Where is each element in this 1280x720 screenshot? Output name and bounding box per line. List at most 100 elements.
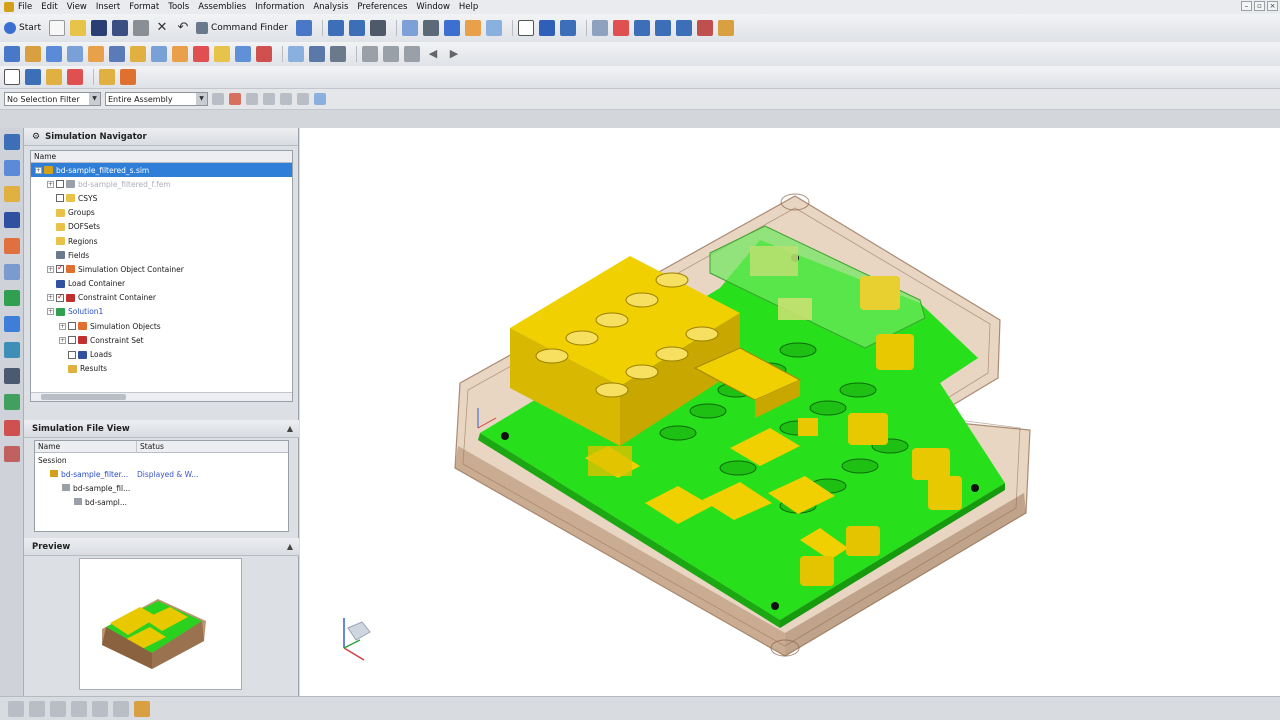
reset-icon[interactable] xyxy=(67,69,83,85)
scope-dropdown[interactable]: Entire Assembly ▼ xyxy=(105,92,208,106)
tree-row[interactable]: +Regions xyxy=(31,234,292,248)
model-view[interactable] xyxy=(300,128,1280,696)
forward-arrow-icon[interactable]: ▶ xyxy=(446,46,462,62)
contact-icon[interactable] xyxy=(88,46,104,62)
scrollbar-thumb[interactable] xyxy=(41,394,126,400)
web-browser-tab-icon[interactable] xyxy=(4,316,20,332)
zoom-icon[interactable] xyxy=(485,20,502,36)
material-icon[interactable] xyxy=(130,46,146,62)
animation-icon[interactable] xyxy=(235,46,251,62)
constraint-tool-icon[interactable] xyxy=(654,20,671,36)
cube-icon[interactable] xyxy=(295,20,312,36)
export-icon[interactable] xyxy=(330,46,346,62)
tree-row[interactable]: +Load Container xyxy=(31,277,292,291)
file-view-row[interactable]: bd-sample_filter... Displayed & W... xyxy=(35,467,288,481)
palette-tab-icon[interactable] xyxy=(4,368,20,384)
close-icon[interactable]: × xyxy=(1267,1,1278,11)
collapse-icon[interactable]: ▲ xyxy=(287,424,293,433)
history-tab-icon[interactable] xyxy=(4,264,20,280)
selection-icon[interactable] xyxy=(538,20,555,36)
snap-icon[interactable] xyxy=(559,20,576,36)
status-grid-icon[interactable] xyxy=(92,700,108,717)
analysis-icon[interactable] xyxy=(696,20,713,36)
status-arc-icon[interactable] xyxy=(71,700,87,717)
snap-point-icon[interactable] xyxy=(263,93,275,105)
probe-icon[interactable] xyxy=(256,46,272,62)
tree-row[interactable]: +DOFSets xyxy=(31,220,292,234)
tree-row[interactable]: + Simulation Objects xyxy=(31,319,292,333)
tree-row[interactable]: +CSYS xyxy=(31,191,292,205)
blank-icon[interactable] xyxy=(4,69,20,85)
menu-insert[interactable]: Insert xyxy=(96,2,120,12)
status-point-icon[interactable] xyxy=(29,700,45,717)
tree-row[interactable]: + Constraint Container xyxy=(31,291,292,305)
tree-column-name[interactable]: Name xyxy=(31,151,292,163)
delete-icon[interactable]: ✕ xyxy=(154,20,170,36)
tree-row[interactable]: +Loads xyxy=(31,347,292,361)
menu-help[interactable]: Help xyxy=(459,2,478,12)
tree-row[interactable]: + bd-sample_filtered_f.fem xyxy=(31,177,292,191)
back-arrow-icon[interactable]: ◀ xyxy=(425,46,441,62)
view-icon[interactable] xyxy=(404,46,420,62)
minimize-icon[interactable]: – xyxy=(1241,1,1252,11)
system-materials-tab-icon[interactable] xyxy=(4,290,20,306)
save-icon[interactable] xyxy=(91,20,107,36)
lasso-icon[interactable] xyxy=(297,93,309,105)
menu-edit[interactable]: Edit xyxy=(41,2,57,12)
filter-icon[interactable] xyxy=(212,93,224,105)
file-view-row[interactable]: bd-sample_fil... xyxy=(35,481,288,495)
orient-view-icon[interactable] xyxy=(443,20,460,36)
assembly-navigator-icon[interactable] xyxy=(327,20,344,36)
menu-assemblies[interactable]: Assemblies xyxy=(198,2,246,12)
part-navigator-tab-icon[interactable] xyxy=(4,186,20,202)
start-button[interactable]: Start xyxy=(4,22,41,34)
point-icon[interactable] xyxy=(612,20,629,36)
menu-information[interactable]: Information xyxy=(255,2,304,12)
deselect-icon[interactable] xyxy=(246,93,258,105)
grid-icon[interactable] xyxy=(362,46,378,62)
report-tab-icon[interactable] xyxy=(4,446,20,462)
list-icon[interactable] xyxy=(288,46,304,62)
print-icon[interactable] xyxy=(133,20,149,36)
menu-window[interactable]: Window xyxy=(416,2,450,12)
new-file-icon[interactable] xyxy=(49,20,65,36)
assembly-navigator-tab-icon[interactable] xyxy=(4,160,20,176)
expand-icon[interactable]: + xyxy=(47,294,54,302)
constraint-navigator-tab-icon[interactable] xyxy=(4,212,20,228)
process-studio-tab-icon[interactable] xyxy=(4,420,20,436)
gear-icon[interactable]: ⚙ xyxy=(32,132,40,142)
expand-icon[interactable]: + xyxy=(47,180,54,188)
menu-file[interactable]: File xyxy=(18,2,32,12)
expand-icon[interactable]: + xyxy=(47,308,54,316)
tree-row[interactable]: + Constraint Set xyxy=(31,333,292,347)
file-view-col-name[interactable]: Name xyxy=(35,441,137,452)
curve-icon[interactable] xyxy=(633,20,650,36)
report-icon[interactable] xyxy=(214,46,230,62)
thermal-icon[interactable] xyxy=(172,46,188,62)
tree-row[interactable]: +Groups xyxy=(31,206,292,220)
window-icon[interactable] xyxy=(517,20,534,36)
menu-preferences[interactable]: Preferences xyxy=(357,2,407,12)
transform-icon[interactable] xyxy=(675,20,692,36)
collapse-icon[interactable]: ▲ xyxy=(287,542,293,551)
mesh-icon[interactable] xyxy=(109,46,125,62)
tree-row[interactable]: +Fields xyxy=(31,248,292,262)
sim-object-tool-icon[interactable] xyxy=(67,46,83,62)
visibility-checkbox[interactable] xyxy=(56,292,64,302)
open-folder-icon[interactable] xyxy=(70,20,86,36)
part-navigator-icon[interactable] xyxy=(348,20,365,36)
tree-row[interactable]: +Results xyxy=(31,362,292,376)
select-all-icon[interactable] xyxy=(229,93,241,105)
tree-row[interactable]: + Solution1 xyxy=(31,305,292,319)
file-view-row[interactable]: Session xyxy=(35,453,288,467)
load-tool-icon[interactable] xyxy=(25,46,41,62)
sim-tab-icon[interactable] xyxy=(4,394,20,410)
sphere-icon[interactable] xyxy=(314,93,326,105)
solve-icon[interactable] xyxy=(4,46,20,62)
flag-icon[interactable] xyxy=(120,69,136,85)
visibility-checkbox[interactable] xyxy=(68,350,76,359)
menu-format[interactable]: Format xyxy=(129,2,159,12)
menu-view[interactable]: View xyxy=(67,2,87,12)
ruler-icon[interactable] xyxy=(717,20,734,36)
wcs-icon[interactable] xyxy=(25,69,41,85)
